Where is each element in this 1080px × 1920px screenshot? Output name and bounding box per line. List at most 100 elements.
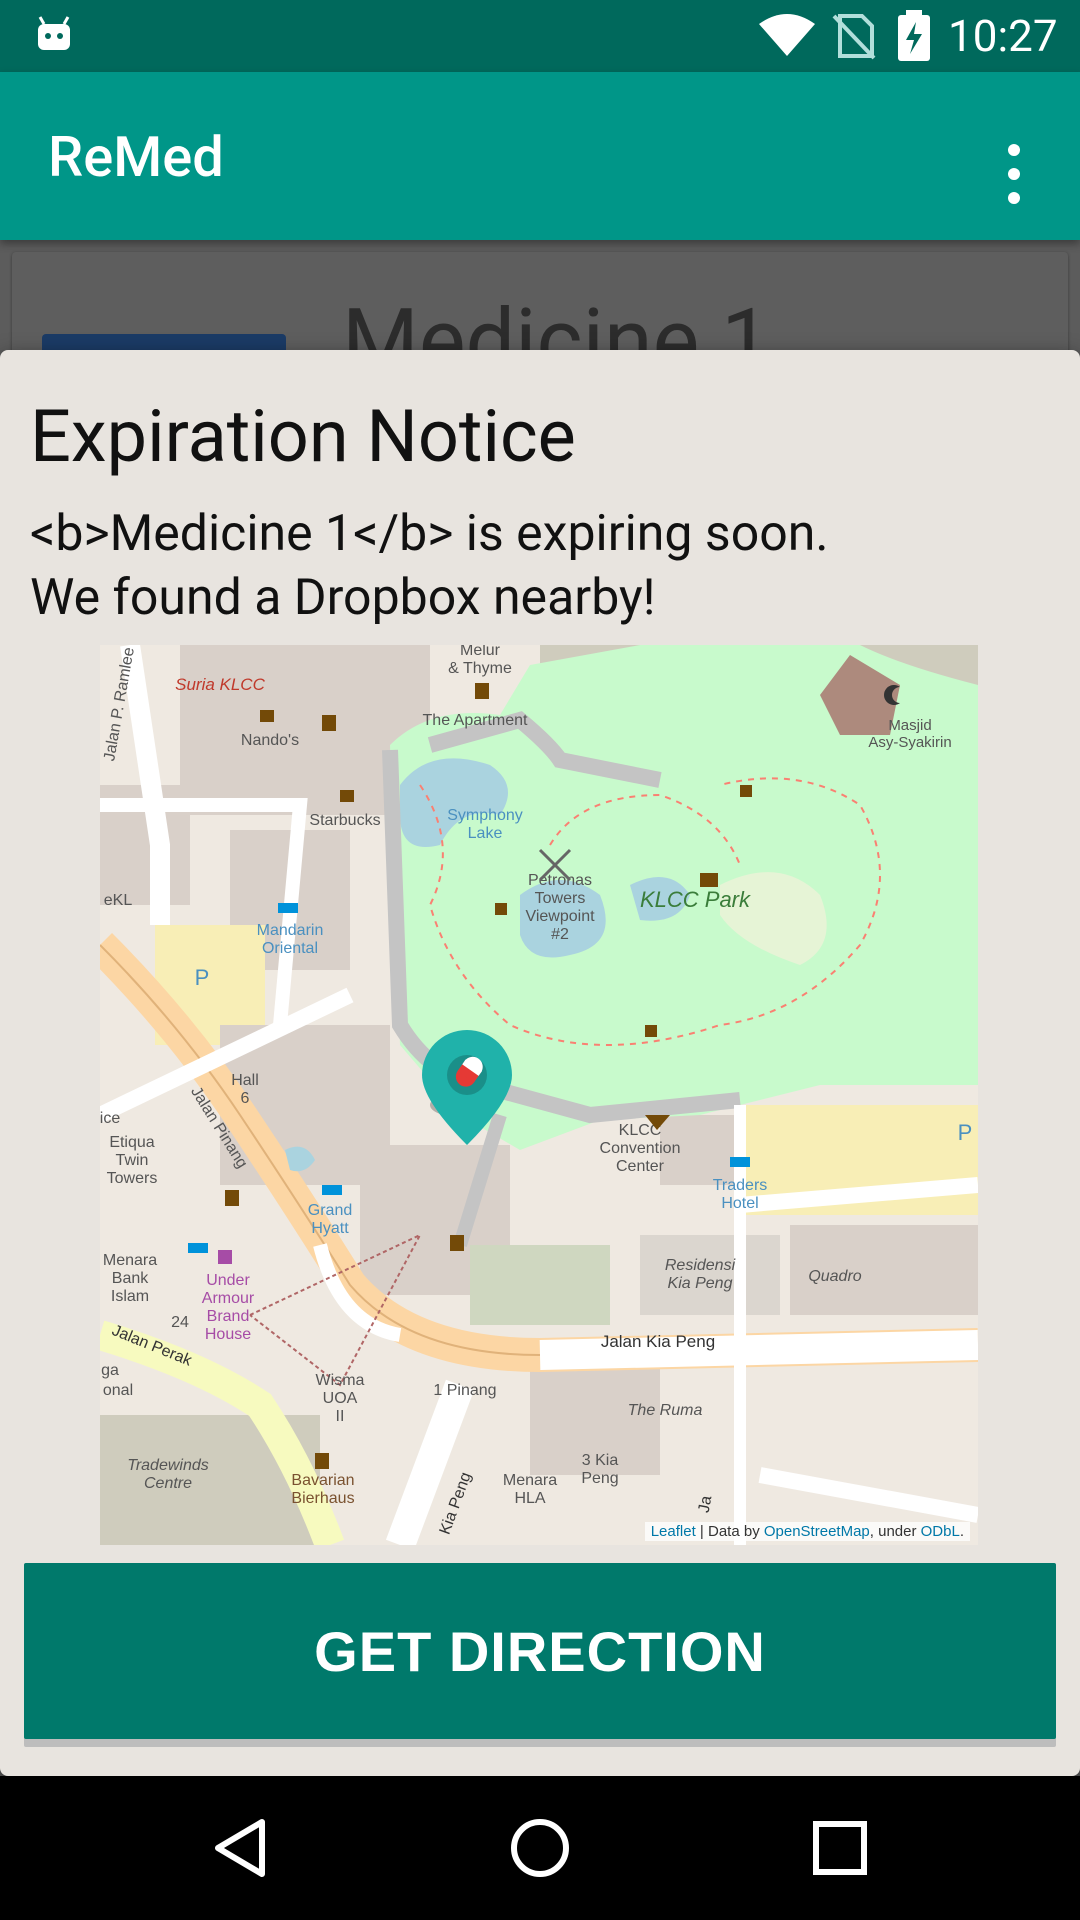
dialog-message-line2: We found a Dropbox nearby!: [30, 569, 656, 627]
hotel-icon: [278, 903, 298, 913]
map-label: The Ruma: [628, 1402, 703, 1419]
map-label: Etiqua: [109, 1134, 154, 1151]
map-label: P: [195, 965, 210, 990]
get-direction-button[interactable]: GET DIRECTION: [24, 1563, 1056, 1739]
map-label: ga: [101, 1362, 119, 1379]
restaurant-icon: [475, 683, 489, 699]
map-label: P: [958, 1120, 973, 1145]
map-label: Symphony: [447, 807, 523, 824]
map-label: II: [336, 1408, 345, 1425]
recents-icon[interactable]: [800, 1808, 880, 1888]
map-label: Bavarian: [291, 1472, 354, 1489]
map-label: Hyatt: [311, 1220, 349, 1237]
map-label: Residensi: [665, 1257, 736, 1274]
cafe-icon: [340, 790, 354, 802]
map-label: Ja: [696, 1494, 716, 1514]
map-label: Convention: [600, 1140, 681, 1157]
map-attribution: Leaflet | Data by OpenStreetMap, under O…: [644, 1522, 970, 1541]
expiration-dialog: Expiration Notice <b>Medicine 1</b> is e…: [0, 350, 1080, 1776]
map-label: & Thyme: [448, 660, 512, 677]
map-label: Centre: [144, 1475, 192, 1492]
map-label: Melur: [460, 645, 501, 659]
map-label: #2: [551, 926, 569, 943]
map-label: Viewpoint: [525, 908, 595, 925]
map-label: Towers: [107, 1170, 158, 1187]
odbl-link[interactable]: ODbL: [921, 1523, 960, 1540]
hotel-icon: [322, 1185, 342, 1195]
home-icon[interactable]: [500, 1808, 580, 1888]
map-label: The Apartment: [423, 712, 529, 729]
map-label: Menara: [103, 1252, 157, 1269]
back-icon[interactable]: [200, 1808, 280, 1888]
cafe-icon: [495, 903, 507, 915]
map-label: HLA: [514, 1490, 545, 1507]
map-label: Traders: [713, 1177, 768, 1194]
cafe-icon: [740, 785, 752, 797]
dialog-message-line1: <b>Medicine 1</b> is expiring soon.: [30, 505, 829, 563]
map-label: Twin: [116, 1152, 149, 1169]
map-label: ice: [100, 1110, 120, 1127]
restaurant-icon: [322, 715, 336, 731]
hotel-icon: [730, 1157, 750, 1167]
map-label: eKL: [104, 892, 133, 909]
map-label: Peng: [581, 1470, 618, 1487]
map-label: KLCC Park: [640, 887, 751, 912]
cafe-icon: [645, 1025, 657, 1037]
status-bar: 10:27: [0, 0, 1080, 72]
dropbox-map[interactable]: Suria KLCC Nando's Melur & Thyme The Apa…: [100, 645, 978, 1545]
map-label: Quadro: [808, 1268, 861, 1285]
map-label: Center: [616, 1158, 665, 1175]
hotel-icon: [188, 1243, 208, 1253]
map-label: UOA: [323, 1390, 358, 1407]
map-label: onal: [103, 1382, 133, 1399]
map-label: Bank: [112, 1270, 149, 1287]
map-label: Islam: [111, 1288, 149, 1305]
map-label: Tradewinds: [127, 1457, 209, 1474]
map-label: 3 Kia: [582, 1452, 619, 1469]
map-label: Menara: [503, 1472, 557, 1489]
restaurant-icon: [225, 1190, 239, 1206]
dialog-message: <b>Medicine 1</b> is expiring soon. We f…: [30, 502, 1050, 630]
no-sim-icon: [832, 14, 876, 60]
map-label: Kia Peng: [668, 1275, 733, 1292]
map-label: Masjid: [888, 717, 931, 734]
restaurant-icon: [315, 1453, 329, 1469]
map-label: Armour: [202, 1290, 255, 1307]
map-label: Petronas: [528, 872, 592, 889]
map-label: Under: [206, 1272, 250, 1289]
map-label: Kia Peng: [437, 1470, 475, 1537]
map-label: Starbucks: [309, 812, 380, 829]
shop-icon: [218, 1250, 232, 1264]
map-label: Oriental: [262, 940, 318, 957]
battery-charging-icon: [898, 10, 930, 61]
map-label: Asy-Syakirin: [868, 734, 951, 751]
leaflet-link[interactable]: Leaflet: [651, 1523, 696, 1540]
wifi-icon: [759, 14, 815, 56]
map-label: Towers: [535, 890, 586, 907]
app-bar: ReMed: [0, 72, 1080, 240]
more-vert-icon[interactable]: [990, 130, 1038, 226]
map-label: Suria KLCC: [175, 675, 265, 694]
map-label: 24: [171, 1314, 189, 1331]
map-label: 6: [241, 1090, 250, 1107]
dialog-title: Expiration Notice: [30, 394, 576, 479]
map-label: Jalan Kia Peng: [601, 1332, 715, 1351]
map-label: House: [205, 1326, 251, 1343]
status-clock: 10:27: [948, 10, 1058, 62]
restaurant-icon: [260, 710, 274, 722]
map-tiles[interactable]: Suria KLCC Nando's Melur & Thyme The Apa…: [100, 645, 978, 1545]
map-label: Bierhaus: [291, 1490, 354, 1507]
android-icon: [38, 16, 70, 50]
map-label: Wisma: [316, 1372, 365, 1389]
map-label: Grand: [308, 1202, 352, 1219]
osm-link[interactable]: OpenStreetMap: [764, 1523, 870, 1540]
map-label: Nando's: [241, 732, 299, 749]
map-label: Brand: [207, 1308, 250, 1325]
picnic-icon: [700, 873, 718, 887]
restaurant-icon: [450, 1235, 464, 1251]
map-label: Lake: [468, 825, 503, 842]
map-label: Hotel: [721, 1195, 758, 1212]
map-label: Hall: [231, 1072, 259, 1089]
map-label: Mandarin: [257, 922, 324, 939]
navigation-bar: [0, 1776, 1080, 1920]
